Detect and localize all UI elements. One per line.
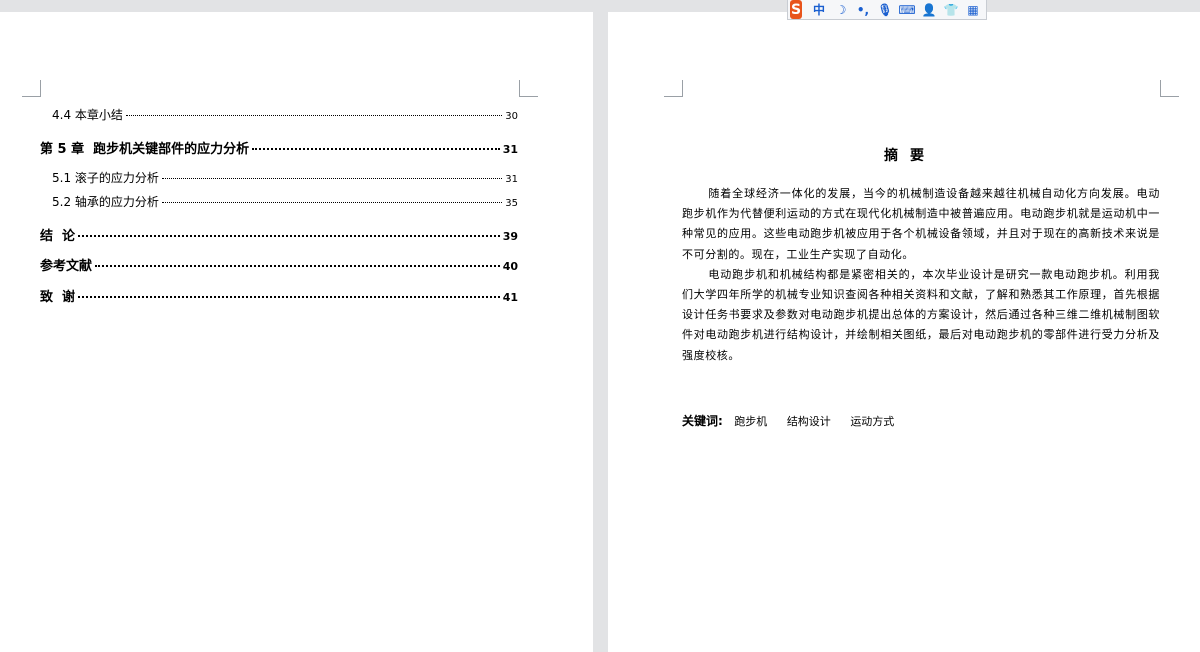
toc-entry-title: 5.2 轴承的应力分析 [52,195,159,209]
toc-entry[interactable]: 结 论 39 [40,225,518,245]
toc-leader-dots [78,235,500,237]
toc-page-number: 41 [502,291,518,304]
toc-leader-dots [161,178,503,179]
chinese-mode-icon[interactable]: 中 [808,1,830,19]
moon-icon[interactable]: ☽ [830,1,852,19]
user-icon[interactable]: 👤 [918,1,940,19]
toc-page-number: 39 [502,230,518,243]
keyword: 运动方式 [850,415,895,428]
toc-entry[interactable]: 4.4 本章小结 30 [52,106,518,126]
toc-entry-title: 结 论 [40,229,76,244]
toc-page-number: 30 [505,111,518,122]
toc-entry-title: 5.1 滚子的应力分析 [52,171,159,185]
keyword: 结构设计 [786,415,831,428]
toc-entry[interactable]: 5.1 滚子的应力分析 31 [52,169,518,189]
toc-entry[interactable]: 参考文献 40 [40,255,518,275]
toc-entry[interactable]: 第 5 章 跑步机关键部件的应力分析 31 [40,138,518,158]
crop-mark-top-right [519,80,538,97]
toc-entry-title: 第 5 章 跑步机关键部件的应力分析 [40,142,250,157]
abstract-paragraph: 电动跑步机和机械结构都是紧密相关的，本次毕业设计是研究一款电动跑步机。利用我们大… [682,267,1160,362]
abstract-paragraph: 随着全球经济一体化的发展，当今的机械制造设备越来越往机械自动化方向发展。电动跑步… [682,187,1160,261]
abstract-title: 摘要 [884,148,936,164]
toc-leader-dots [125,115,503,116]
toc-leader-dots [95,265,500,267]
microphone-icon[interactable]: 🎙 [874,1,896,19]
punctuation-icon[interactable]: •, [852,1,874,19]
crop-mark-top-left [664,80,683,97]
toc-page-number: 35 [505,198,518,209]
toc-entry[interactable]: 致 谢 41 [40,286,518,306]
toc-page-number: 31 [505,174,518,185]
keywords-line: 关键词: 跑步机 结构设计 运动方式 [682,412,902,429]
ime-toolbar-items: 中 ☽ •, 🎙 ⌨ 👤 👕 ▦ [808,1,984,19]
ime-toolbar[interactable]: S 中 ☽ •, 🎙 ⌨ 👤 👕 ▦ [787,0,987,20]
keyboard-icon[interactable]: ⌨ [896,1,918,19]
grid-menu-icon[interactable]: ▦ [962,1,984,19]
toc-leader-dots [78,296,500,298]
toc-entry-title: 4.4 本章小结 [52,108,123,122]
document-page-left: 4.4 本章小结 30 第 5 章 跑步机关键部件的应力分析 31 5.1 滚子的应力分… [0,12,593,652]
keyword: 跑步机 [734,415,768,428]
abstract-body: 随着全球经济一体化的发展，当今的机械制造设备越来越往机械自动化方向发展。电动跑步… [682,184,1160,366]
keywords-label: 关键词: [682,414,723,428]
skin-icon[interactable]: 👕 [940,1,962,19]
crop-mark-top-right [1160,80,1179,97]
toc-page-number: 40 [502,260,518,273]
toc-entry-title: 致 谢 [40,290,76,305]
toc-page-number: 31 [502,143,518,156]
crop-mark-top-left [22,80,41,97]
ime-logo-icon[interactable]: S [790,0,802,19]
toc-entry-title: 参考文献 [40,259,93,274]
toc-entry[interactable]: 5.2 轴承的应力分析 35 [52,193,518,213]
document-page-right: 摘要 随着全球经济一体化的发展，当今的机械制造设备越来越往机械自动化方向发展。电… [608,12,1200,652]
toc-leader-dots [252,148,500,150]
toc-leader-dots [161,202,503,203]
